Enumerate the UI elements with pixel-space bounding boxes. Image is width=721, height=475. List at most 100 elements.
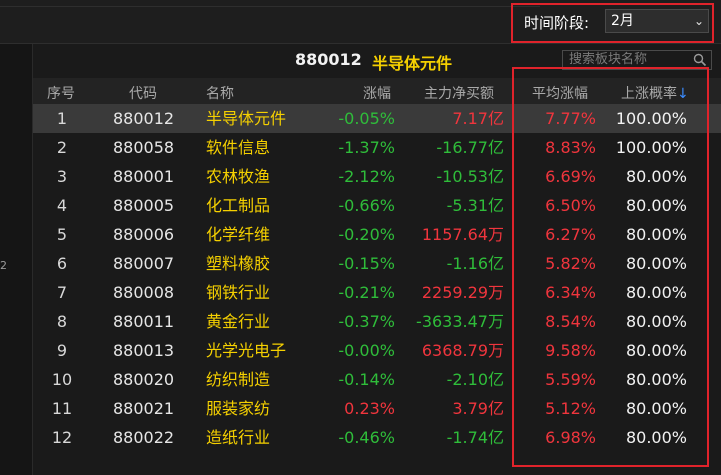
row-net-flow: 2259.29万	[421, 283, 504, 302]
row-code: 880011	[113, 312, 175, 331]
row-name: 黄金行业	[206, 312, 271, 331]
table-row[interactable]: 4 880005 化工制品 -0.66% -5.31亿 6.50% 80.00%	[33, 191, 721, 220]
row-avg-change: 6.69%	[545, 167, 596, 186]
row-net-flow: 1157.64万	[421, 225, 504, 244]
col-header-up-probability-label: 上涨概率	[621, 86, 677, 102]
row-avg-change: 5.82%	[545, 254, 596, 273]
row-net-flow: -2.10亿	[446, 370, 504, 389]
col-header-name[interactable]: 名称	[206, 83, 234, 103]
row-change: -2.12%	[338, 167, 395, 186]
table-row[interactable]: 12 880022 造纸行业 -0.46% -1.74亿 6.98% 80.00%	[33, 423, 721, 452]
row-avg-change: 6.98%	[545, 428, 596, 447]
row-code: 880022	[113, 428, 175, 447]
row-up-probability: 80.00%	[625, 341, 687, 360]
row-change: -0.00%	[338, 341, 395, 360]
col-header-index[interactable]: 序号	[47, 83, 75, 103]
col-header-code[interactable]: 代码	[129, 83, 157, 103]
row-change: -0.46%	[338, 428, 395, 447]
table-row[interactable]: 1 880012 半导体元件 -0.05% 7.17亿 7.77% 100.00%	[33, 104, 721, 133]
table-row[interactable]: 2 880058 软件信息 -1.37% -16.77亿 8.83% 100.00%	[33, 133, 721, 162]
row-change: -0.37%	[338, 312, 395, 331]
search-icon[interactable]	[693, 53, 707, 67]
row-index: 9	[56, 341, 68, 360]
row-up-probability: 80.00%	[625, 399, 687, 418]
row-up-probability: 80.00%	[625, 370, 687, 389]
row-code: 880001	[113, 167, 175, 186]
row-net-flow: -3633.47万	[416, 312, 504, 331]
row-code: 880013	[113, 341, 175, 360]
table-row[interactable]: 7 880008 钢铁行业 -0.21% 2259.29万 6.34% 80.00%	[33, 278, 721, 307]
table-row[interactable]: 10 880020 纺织制造 -0.14% -2.10亿 5.59% 80.00%	[33, 365, 721, 394]
row-name: 农林牧渔	[206, 167, 271, 186]
row-avg-change: 5.12%	[545, 399, 596, 418]
table-row[interactable]: 9 880013 光学光电子 -0.00% 6368.79万 9.58% 80.00%	[33, 336, 721, 365]
left-panel-mark: 2	[0, 259, 7, 272]
row-change: 0.23%	[344, 399, 395, 418]
period-select[interactable]: 2月 ⌄	[605, 9, 709, 33]
row-net-flow: -10.53亿	[436, 167, 504, 186]
row-name: 化学纤维	[206, 225, 271, 244]
row-code: 880007	[113, 254, 175, 273]
row-name: 纺织制造	[206, 370, 271, 389]
row-index: 12	[51, 428, 73, 447]
row-up-probability: 80.00%	[625, 167, 687, 186]
row-index: 2	[56, 138, 68, 157]
row-name: 半导体元件	[206, 109, 287, 128]
row-index: 1	[56, 109, 68, 128]
row-up-probability: 80.00%	[625, 428, 687, 447]
row-index: 4	[56, 196, 68, 215]
row-up-probability: 80.00%	[625, 283, 687, 302]
sort-desc-icon: ↓	[677, 86, 689, 102]
row-code: 880006	[113, 225, 175, 244]
row-name: 塑料橡胶	[206, 254, 271, 273]
row-code: 880005	[113, 196, 175, 215]
row-name: 光学光电子	[206, 341, 287, 360]
row-code: 880012	[113, 109, 175, 128]
row-up-probability: 100.00%	[615, 138, 687, 157]
chevron-down-icon: ⌄	[693, 14, 704, 28]
toolbar-divider	[0, 0, 540, 7]
row-name: 造纸行业	[206, 428, 271, 447]
search-input[interactable]: 搜索板块名称	[562, 50, 712, 70]
table-row[interactable]: 5 880006 化学纤维 -0.20% 1157.64万 6.27% 80.00%	[33, 220, 721, 249]
table-row[interactable]: 8 880011 黄金行业 -0.37% -3633.47万 8.54% 80.00%	[33, 307, 721, 336]
row-net-flow: -5.31亿	[446, 196, 504, 215]
row-code: 880020	[113, 370, 175, 389]
row-index: 7	[56, 283, 68, 302]
col-header-change[interactable]: 涨幅	[363, 83, 391, 103]
row-up-probability: 80.00%	[625, 254, 687, 273]
col-header-avg-change[interactable]: 平均涨幅	[532, 83, 588, 103]
row-change: -0.21%	[338, 283, 395, 302]
row-name: 化工制品	[206, 196, 271, 215]
row-change: -0.15%	[338, 254, 395, 273]
row-avg-change: 6.27%	[545, 225, 596, 244]
row-up-probability: 100.00%	[615, 109, 687, 128]
row-name: 软件信息	[206, 138, 271, 157]
row-index: 8	[56, 312, 68, 331]
row-net-flow: -1.74亿	[446, 428, 504, 447]
row-change: -0.14%	[338, 370, 395, 389]
row-avg-change: 6.50%	[545, 196, 596, 215]
row-avg-change: 6.34%	[545, 283, 596, 302]
row-net-flow: 6368.79万	[421, 341, 504, 360]
row-avg-change: 5.59%	[545, 370, 596, 389]
period-label: 时间阶段:	[524, 14, 590, 32]
row-avg-change: 8.83%	[545, 138, 596, 157]
row-index: 5	[56, 225, 68, 244]
row-avg-change: 9.58%	[545, 341, 596, 360]
table-row[interactable]: 6 880007 塑料橡胶 -0.15% -1.16亿 5.82% 80.00%	[33, 249, 721, 278]
col-header-net-flow[interactable]: 主力净买额	[424, 83, 494, 103]
table-row[interactable]: 11 880021 服装家纺 0.23% 3.79亿 5.12% 80.00%	[33, 394, 721, 423]
row-avg-change: 8.54%	[545, 312, 596, 331]
row-net-flow: 3.79亿	[452, 399, 504, 418]
row-change: -0.05%	[338, 109, 395, 128]
row-net-flow: -16.77亿	[436, 138, 504, 157]
col-header-up-probability[interactable]: 上涨概率↓	[621, 83, 689, 103]
search-placeholder: 搜索板块名称	[569, 52, 648, 67]
panel-title-name: 半导体元件	[372, 54, 453, 73]
row-index: 6	[56, 254, 68, 273]
panel-title-code: 880012	[295, 50, 362, 69]
row-change: -0.66%	[338, 196, 395, 215]
period-select-value: 2月	[611, 13, 634, 29]
table-row[interactable]: 3 880001 农林牧渔 -2.12% -10.53亿 6.69% 80.00%	[33, 162, 721, 191]
